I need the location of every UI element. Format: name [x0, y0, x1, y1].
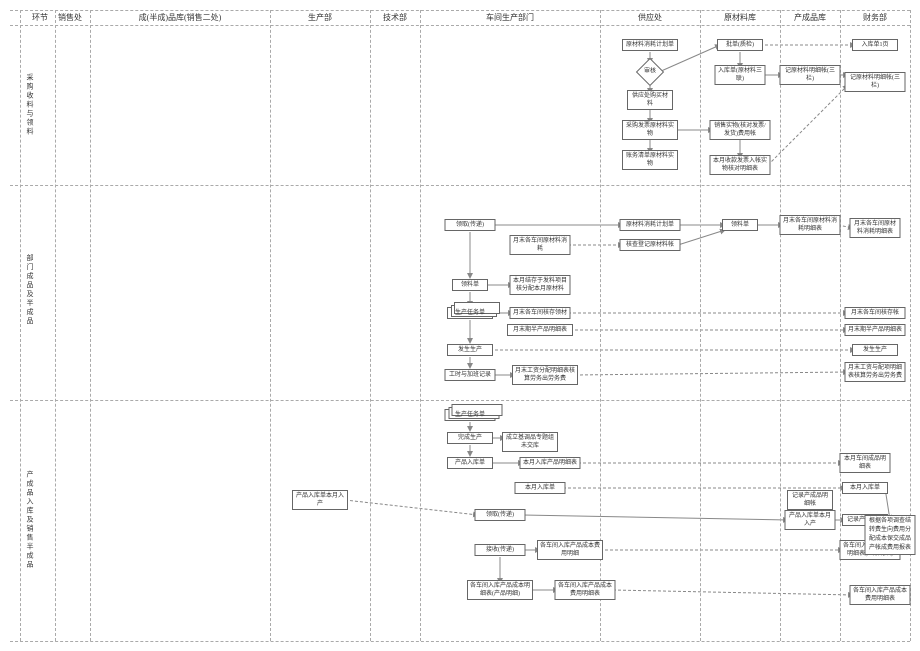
flow-box: 各车间入库产品成本费用明细 — [537, 540, 603, 560]
flow-box: 完成生产 — [447, 432, 493, 444]
connector-layer — [10, 10, 910, 641]
flow-box: 销售实物(核对发票/发货)费用帐 — [710, 120, 771, 140]
flow-box: 记原材料明细帐(三栏) — [845, 72, 906, 92]
flow-box: 月末工资分配明细表核算劳务出劳务费 — [512, 365, 578, 385]
audit-decision — [636, 58, 664, 86]
lane-divider — [90, 10, 91, 641]
flow-box: 领料单 — [452, 279, 488, 291]
row-label: 采购收料与领料 — [25, 74, 35, 137]
flow-box: 各车间入库产品成本明细表(产品明细) — [467, 580, 533, 600]
flow-box: 记原材料明细帐(三栏) — [780, 65, 841, 85]
row-divider — [10, 641, 910, 642]
flow-box: 产品入库单 — [447, 457, 493, 469]
flow-box: 各车间入库产品成本费用明细表 — [850, 585, 911, 605]
lane-divider — [20, 10, 21, 641]
flow-box: 发生生产 — [447, 344, 493, 356]
lane-header: 供应处 — [638, 12, 662, 23]
flow-box: 本月车间成品明细表 — [840, 453, 891, 473]
lane-header: 技术部 — [383, 12, 407, 23]
flow-box: 生产任务单 — [447, 307, 493, 319]
lane-header: 成(半成)品库(销售二处) — [139, 12, 222, 23]
flow-box: 成立基调品专题组未交库 — [502, 432, 558, 452]
row-divider — [10, 185, 910, 186]
flow-box: 核查登记原材料帐 — [620, 239, 681, 251]
row-divider — [10, 25, 910, 26]
flow-box: 工时与加班记录 — [445, 369, 496, 381]
lane-header: 环节 — [32, 12, 48, 23]
flow-box: 入库单1页 — [852, 39, 898, 51]
lane-divider — [700, 10, 701, 641]
flow-box: 月末各车间核存领材 — [510, 307, 571, 319]
flow-box: 采购发票原材料实物 — [622, 120, 678, 140]
flow-box: 领取(传递) — [445, 219, 496, 231]
lane-header: 财务部 — [863, 12, 887, 23]
lane-header: 产成品库 — [794, 12, 826, 23]
flow-box: 月末各车间原材料消耗明细表 — [850, 218, 901, 238]
flow-box: 领料单 — [722, 219, 758, 231]
swimlane-diagram: 环节销售处成(半成)品库(销售二处)生产部技术部车间生产部门供应处原材料库产成品… — [10, 10, 910, 641]
flow-box: 月末工资与配项明细表核算劳务出劳务费 — [845, 362, 906, 382]
flow-box: 供应处购买材料 — [627, 90, 673, 110]
lane-divider — [780, 10, 781, 641]
row-label: 产成品入库及销售半成品 — [25, 471, 35, 570]
row-label: 部门成品及半成品 — [25, 254, 35, 326]
flow-box: 本月入库产品明细表 — [520, 457, 581, 469]
flow-box: 产品入库单本月入产 — [292, 490, 348, 510]
flow-box: 月末期半产品明细表 — [507, 324, 573, 336]
flow-box: 月末各车间原材料消耗 — [510, 235, 571, 255]
flow-box: 生产任务单 — [445, 409, 496, 421]
flow-box: 各车间入库产品成本费用明细表 — [555, 580, 616, 600]
lane-header: 生产部 — [308, 12, 332, 23]
flow-box: 本月结存于发料项目核分配本月原材料 — [510, 275, 571, 295]
flow-box: 接收(传递) — [475, 544, 526, 556]
flow-box: 产品入库单本月入产 — [785, 510, 836, 530]
lane-divider — [270, 10, 271, 641]
flow-box: 原材料消耗计划单 — [620, 219, 681, 231]
flow-box: 本月收款发票入帐实物核对明细表 — [710, 155, 771, 175]
flow-box: 入库单(原材料三联) — [715, 65, 766, 85]
summary-box: 根据各项调查结转费生向费用分配成本保交成品产帐成费用报表 — [865, 515, 916, 555]
flow-box: 原材料消耗计划单 — [622, 39, 678, 51]
flow-box: 月末各车间原材料消耗明细表 — [780, 215, 841, 235]
flow-box: 账务清单原材料实物 — [622, 150, 678, 170]
flow-box: 月末期半产品明细表 — [845, 324, 906, 336]
flow-box: 本月入库单 — [842, 482, 888, 494]
flow-box: 记录产成品明细帐 — [787, 490, 833, 510]
flow-box: 发生生产 — [852, 344, 898, 356]
lane-divider — [370, 10, 371, 641]
lane-header: 原材料库 — [724, 12, 756, 23]
flow-box: 领取(传递) — [475, 509, 526, 521]
row-divider — [10, 400, 910, 401]
lane-header: 车间生产部门 — [486, 12, 534, 23]
lane-divider — [55, 10, 56, 641]
flow-box: 批单(质检) — [717, 39, 763, 51]
lane-divider — [420, 10, 421, 641]
row-divider — [10, 10, 910, 11]
flow-box: 月末各车间核存帐 — [845, 307, 906, 319]
lane-header: 销售处 — [58, 12, 82, 23]
flow-box: 本月入库单 — [515, 482, 566, 494]
